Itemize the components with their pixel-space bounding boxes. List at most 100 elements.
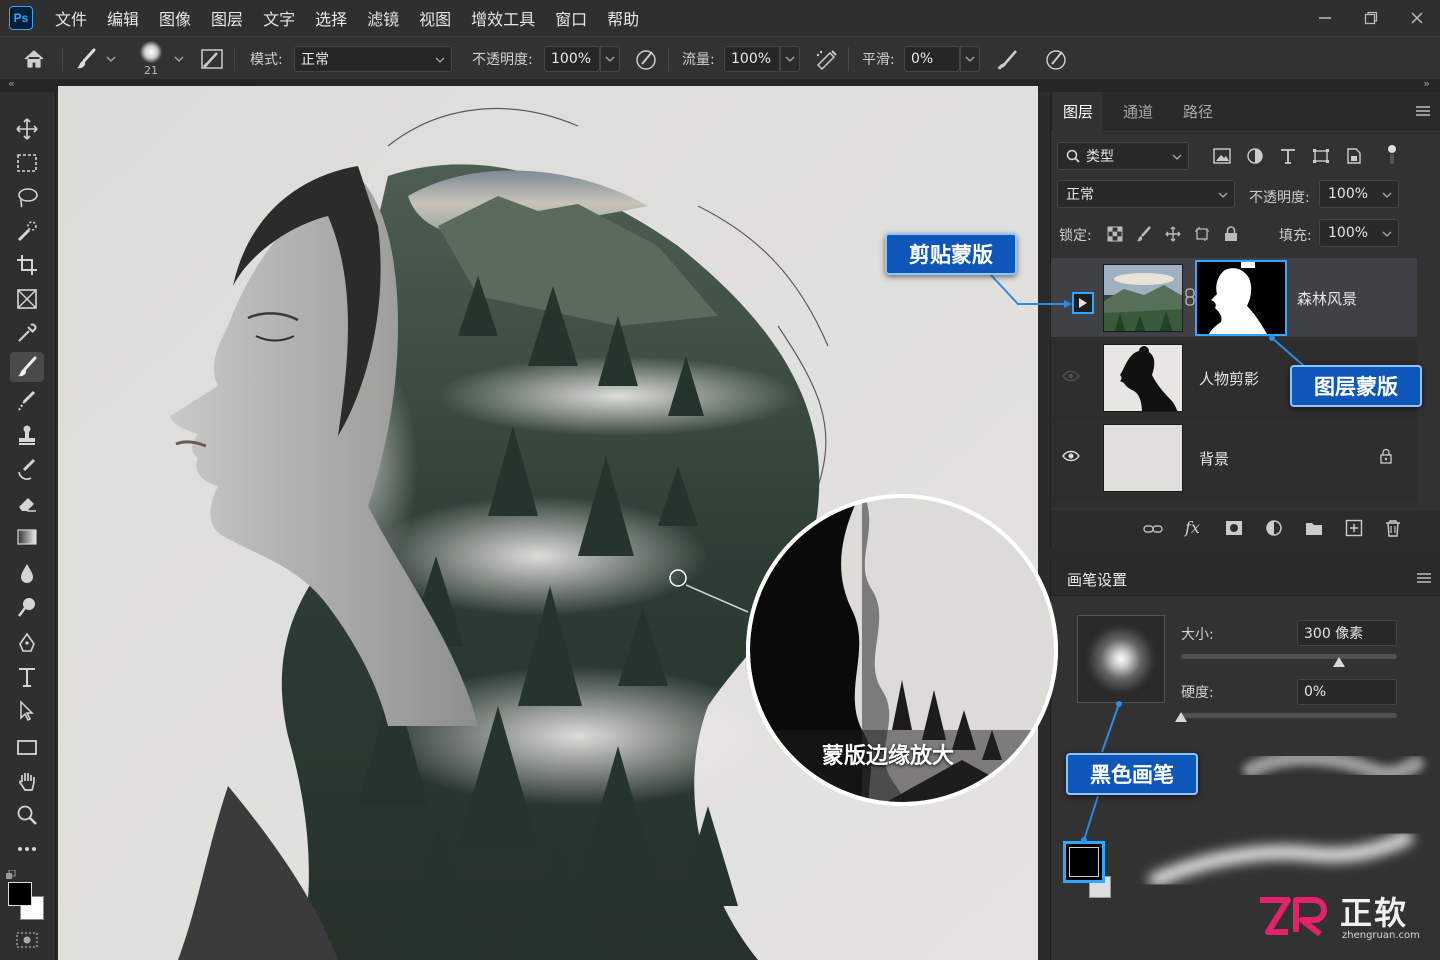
rectangle-icon[interactable] [10,732,44,762]
menu-select[interactable]: 选择 [315,6,347,30]
link-chain-icon[interactable] [1185,288,1195,310]
pressure-opacity-icon[interactable] [634,37,658,81]
smoothing-input[interactable]: 0% [904,46,960,72]
lock-pixels-icon[interactable] [1136,226,1152,242]
hand-icon[interactable] [10,766,44,796]
zoom-icon[interactable] [10,800,44,830]
lasso-icon[interactable] [10,182,44,212]
eraser-icon[interactable] [10,488,44,518]
lock-position-icon[interactable] [1165,226,1181,242]
menu-view[interactable]: 视图 [419,6,451,30]
more-icon[interactable] [10,834,44,864]
frame-icon[interactable] [10,284,44,314]
filter-shape-icon[interactable] [1312,148,1330,164]
hardness-slider-thumb[interactable] [1175,712,1187,722]
collapse-left-icon[interactable]: « [8,77,15,90]
menu-plugins[interactable]: 增效工具 [471,6,535,30]
hardness-input[interactable]: 0% [1297,679,1397,705]
lock-artboard-icon[interactable] [1194,226,1210,242]
layer-thumbnail-background[interactable] [1103,424,1183,492]
filter-adjustment-icon[interactable] [1246,148,1264,164]
gradient-icon[interactable] [10,522,44,552]
visibility-off-icon[interactable] [1059,364,1083,388]
flow-input[interactable]: 100% [724,46,780,72]
new-layer-icon[interactable] [1345,519,1363,537]
size-slider-thumb[interactable] [1332,657,1345,667]
quick-select-icon[interactable] [10,216,44,246]
brush-tool-preset-icon[interactable] [74,37,116,81]
photoshop-logo[interactable]: Ps [9,6,33,30]
size-slider[interactable] [1181,654,1397,659]
close-icon[interactable] [1394,0,1440,36]
panel-menu-icon[interactable] [1417,573,1431,583]
brush-angle-icon[interactable] [996,37,1022,81]
trash-icon[interactable] [1385,519,1401,537]
menu-help[interactable]: 帮助 [607,6,639,30]
tab-channels[interactable]: 通道 [1113,92,1163,130]
healing-icon[interactable] [10,386,44,416]
collapse-right-icon[interactable]: » [1423,77,1430,90]
link-layers-icon[interactable] [1143,522,1163,536]
fx-icon[interactable]: fx [1185,518,1200,537]
blend-mode-select[interactable]: 正常 [294,46,452,72]
swap-colors-icon[interactable] [6,868,18,879]
layer-filter-select[interactable]: 类型 [1057,142,1189,170]
history-brush-icon[interactable] [10,454,44,484]
filter-pixel-icon[interactable] [1213,148,1231,164]
size-input[interactable]: 300 像素 [1297,620,1397,646]
fill-input[interactable]: 100% [1319,219,1399,247]
move-icon[interactable] [10,114,44,144]
path-select-icon[interactable] [10,696,44,726]
layer-thumbnail-forest[interactable] [1103,264,1183,332]
filter-type-icon[interactable] [1279,148,1297,164]
home-icon[interactable] [22,37,46,81]
tab-layers[interactable]: 图层 [1053,92,1104,130]
lock-transparency-icon[interactable] [1107,226,1123,242]
type-icon[interactable] [10,662,44,692]
smoothing-dropdown-icon[interactable] [960,46,980,72]
eyedropper-icon[interactable] [10,318,44,348]
tab-paths[interactable]: 路径 [1173,92,1223,130]
layer-row-forest[interactable]: 森林风景 [1051,258,1417,338]
layer-thumbnail-silhouette[interactable] [1103,344,1183,412]
layer-name-silhouette[interactable]: 人物剪影 [1199,368,1259,389]
opacity-input[interactable]: 100% [544,46,600,72]
lock-all-icon[interactable] [1223,226,1239,242]
layer-name-forest[interactable]: 森林风景 [1297,288,1357,309]
menu-file[interactable]: 文件 [55,6,87,30]
flow-dropdown-icon[interactable] [780,46,800,72]
blur-icon[interactable] [10,558,44,588]
filter-toggle-icon[interactable] [1387,144,1397,166]
hardness-slider[interactable] [1181,713,1397,718]
menu-edit[interactable]: 编辑 [107,6,139,30]
layer-blend-mode-select[interactable]: 正常 [1057,180,1235,208]
new-group-icon[interactable] [1305,520,1323,536]
layer-opacity-input[interactable]: 100% [1319,180,1399,208]
menu-image[interactable]: 图像 [159,6,191,30]
brush-picker-caret-icon[interactable] [174,37,184,81]
crop-icon[interactable] [10,250,44,280]
restore-icon[interactable] [1348,0,1394,36]
panel-menu-icon[interactable] [1416,106,1430,116]
layer-name-background[interactable]: 背景 [1199,448,1229,469]
layer-mask-thumbnail[interactable] [1195,260,1287,336]
brush-icon[interactable] [10,352,44,382]
pen-icon[interactable] [10,628,44,658]
menu-filter[interactable]: 滤镜 [367,6,399,30]
menu-layer[interactable]: 图层 [211,6,243,30]
filter-smart-object-icon[interactable] [1345,148,1363,164]
menu-type[interactable]: 文字 [263,6,295,30]
dodge-icon[interactable] [10,592,44,622]
minimize-icon[interactable] [1302,0,1348,36]
pressure-size-icon[interactable] [1044,37,1068,81]
add-mask-icon[interactable] [1225,520,1243,536]
adjustment-layer-icon[interactable] [1265,519,1283,537]
foreground-color-swatch[interactable] [8,882,32,906]
stamp-icon[interactable] [10,420,44,450]
layer-row-background[interactable]: 背景 [1051,418,1417,498]
airbrush-icon[interactable] [814,37,840,81]
quick-mask-icon[interactable] [16,932,38,952]
brush-settings-toggle-icon[interactable] [200,37,224,81]
marquee-icon[interactable] [10,148,44,178]
brush-size-picker[interactable]: 21 [140,37,162,81]
